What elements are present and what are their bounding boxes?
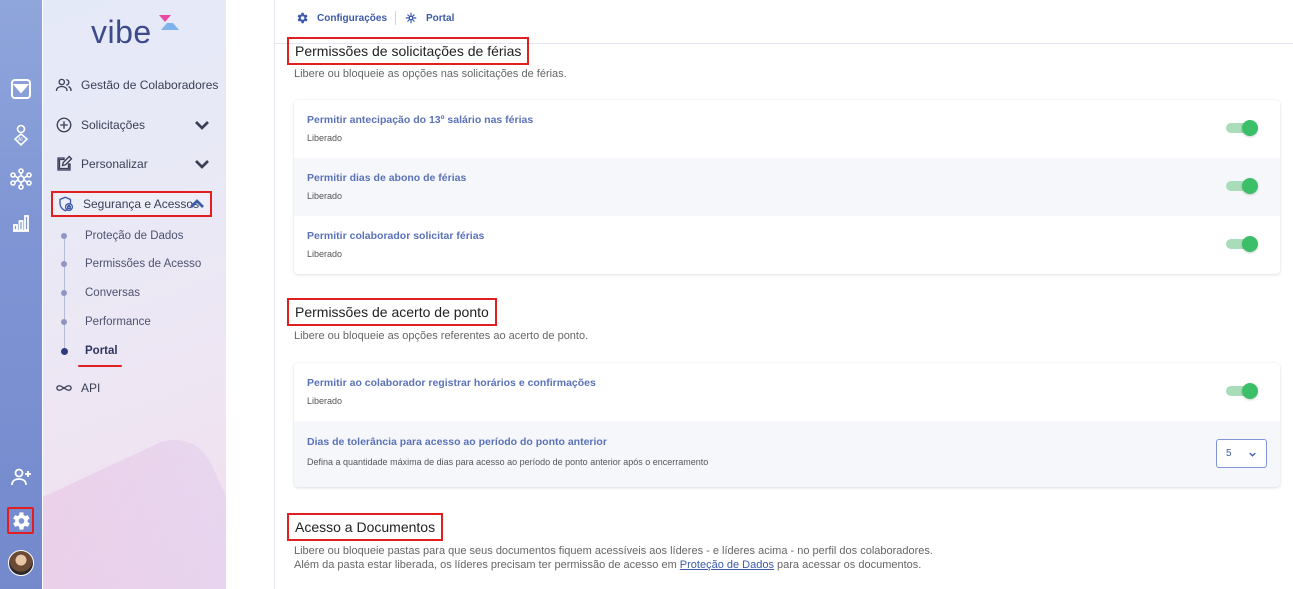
subnav-item-permissoes[interactable]: Permissões de Acesso — [61, 254, 202, 274]
breadcrumb-portal[interactable]: Portal — [426, 13, 454, 24]
section-title-documentos: Acesso a Documentos — [287, 513, 444, 541]
setting-status: Liberado — [307, 133, 343, 143]
setting-title: Permitir dias de abono de férias — [307, 172, 467, 184]
setting-row: Permitir dias de abono de férias Liberad… — [294, 158, 1280, 216]
subnav-label: Proteção de Dados — [85, 230, 184, 242]
infinity-icon — [56, 385, 72, 391]
section-title-ponto: Permissões de acerto de ponto — [287, 298, 497, 326]
logo-mark-icon — [159, 15, 179, 30]
edit-icon — [57, 155, 73, 171]
breadcrumb-configuracoes[interactable]: Configurações — [317, 13, 387, 24]
setting-status: Liberado — [307, 396, 343, 406]
sidebar-item-label: Solicitações — [81, 118, 146, 132]
ai-user-icon[interactable]: AI — [6, 120, 36, 150]
users-icon — [55, 78, 72, 92]
network-icon[interactable] — [6, 164, 36, 194]
add-user-icon[interactable] — [6, 462, 36, 492]
setting-row: Permitir ao colaborador registrar horári… — [294, 363, 1280, 421]
bullet-icon — [61, 347, 68, 355]
svg-text:AI: AI — [18, 137, 23, 143]
setting-status: Liberado — [307, 249, 343, 259]
settings-icon[interactable] — [7, 507, 34, 534]
bullet-icon — [61, 319, 67, 325]
protecao-dados-link[interactable]: Proteção de Dados — [680, 559, 774, 571]
portal-icon — [405, 12, 417, 24]
sidebar-item-gestao[interactable]: Gestão de Colaboradores — [55, 72, 218, 98]
app-root: AI vibe Gestão de Colaboradores Solicita… — [0, 0, 1293, 589]
section-desc-documentos-2: Além da pasta estar liberada, os líderes… — [294, 558, 921, 572]
sidebar-item-label: Personalizar — [81, 157, 148, 171]
section-desc-ponto: Libere ou bloqueie as opções referentes … — [294, 330, 589, 342]
bar-chart-icon[interactable] — [6, 208, 36, 238]
setting-status: Liberado — [307, 191, 343, 201]
select-value: 5 — [1226, 448, 1232, 459]
breadcrumb-separator — [395, 11, 397, 25]
subnav-label: Permissões de Acesso — [85, 258, 202, 270]
desc-text: para acessar os documentos. — [773, 559, 922, 571]
icon-rail: AI — [0, 0, 42, 589]
chevron-up-icon — [190, 199, 204, 208]
subnav-item-protecao[interactable]: Proteção de Dados — [61, 226, 184, 246]
sidebar-item-api[interactable]: API — [55, 375, 100, 401]
bullet-icon — [61, 233, 67, 239]
setting-description: Defina a quantidade máxima de dias para … — [307, 457, 709, 467]
main-content: Configurações Portal Permissões de solic… — [275, 0, 1293, 589]
plus-circle-icon — [56, 117, 72, 133]
section-title-ferias: Permissões de solicitações de férias — [287, 37, 530, 65]
toggle-switch[interactable] — [1226, 120, 1258, 136]
setting-row: Permitir colaborador solicitar férias Li… — [294, 216, 1280, 274]
sidebar-item-solicitacoes[interactable]: Solicitações — [55, 112, 225, 138]
active-underline — [78, 365, 122, 367]
subnav-item-performance[interactable]: Performance — [61, 312, 151, 332]
sidebar-item-label: Segurança e Acessos — [83, 197, 200, 211]
toggle-switch[interactable] — [1226, 178, 1258, 194]
brand-logo: vibe — [91, 14, 152, 50]
chevron-down-icon — [195, 121, 209, 130]
setting-title: Permitir antecipação do 13º salário nas … — [307, 114, 534, 126]
card-ferias: Permitir antecipação do 13º salário nas … — [294, 100, 1280, 274]
sidebar-item-label: Gestão de Colaboradores — [81, 78, 219, 92]
subnav-item-conversas[interactable]: Conversas — [61, 283, 140, 303]
section-desc-ferias: Libere ou bloqueie as opções nas solicit… — [294, 68, 567, 80]
subnav-label: Portal — [85, 345, 118, 357]
chevron-down-icon — [195, 160, 209, 169]
toggle-switch[interactable] — [1226, 383, 1258, 399]
subnav-item-portal[interactable]: Portal — [61, 341, 118, 361]
card-ponto: Permitir ao colaborador registrar horári… — [294, 363, 1280, 487]
breadcrumb: Configurações Portal — [295, 10, 454, 26]
setting-title: Permitir ao colaborador registrar horári… — [307, 377, 596, 389]
section-desc-documentos-1: Libere ou bloqueie pastas para que seus … — [294, 545, 933, 557]
sidebar-item-label: API — [81, 381, 101, 395]
setting-row: Dias de tolerância para acesso ao períod… — [294, 421, 1280, 487]
sidebar-item-personalizar[interactable]: Personalizar — [55, 151, 225, 177]
bullet-icon — [61, 290, 67, 296]
toggle-switch[interactable] — [1226, 236, 1258, 252]
shield-lock-icon — [59, 196, 74, 212]
sidebar-item-seguranca[interactable]: Segurança e Acessos — [51, 191, 212, 217]
subnav-label: Conversas — [85, 287, 140, 299]
subnav-label: Performance — [85, 316, 151, 328]
setting-title: Permitir colaborador solicitar férias — [307, 230, 485, 242]
tolerance-days-select[interactable]: 5 — [1216, 439, 1267, 468]
gear-icon — [297, 12, 308, 24]
avatar[interactable] — [8, 550, 34, 576]
sidebar: vibe Gestão de Colaboradores Solicitaçõe… — [43, 0, 226, 589]
desc-text: Além da pasta estar liberada, os líderes… — [294, 559, 680, 571]
bullet-icon — [61, 261, 67, 267]
setting-title: Dias de tolerância para acesso ao períod… — [307, 436, 607, 448]
chevron-down-icon — [1249, 452, 1256, 457]
inbox-icon[interactable] — [6, 74, 36, 104]
setting-row: Permitir antecipação do 13º salário nas … — [294, 100, 1280, 158]
